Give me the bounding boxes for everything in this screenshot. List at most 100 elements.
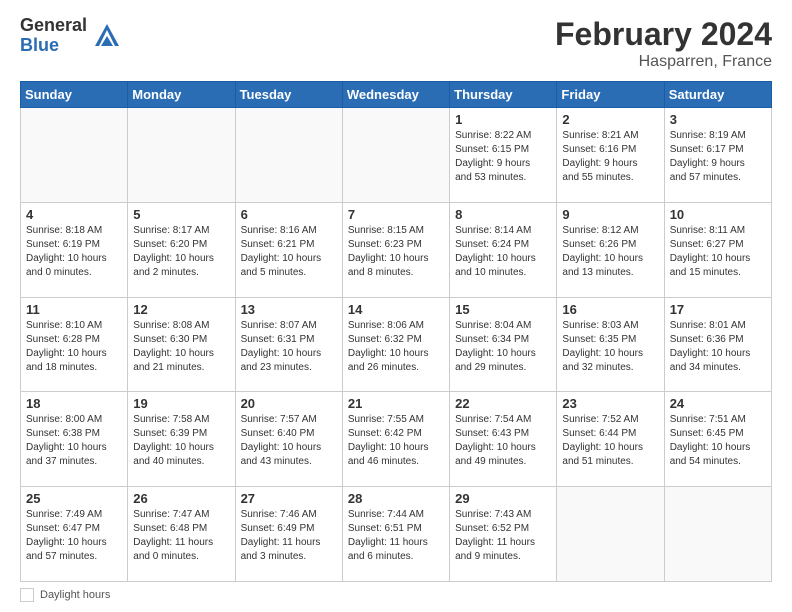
- day-number: 13: [241, 302, 337, 317]
- table-row: 13 Sunrise: 8:07 AM Sunset: 6:31 PM Dayli…: [235, 297, 342, 392]
- day-number: 7: [348, 207, 444, 222]
- day-number: 8: [455, 207, 551, 222]
- day-info: Sunrise: 8:11 AM Sunset: 6:27 PM Dayligh…: [670, 224, 766, 280]
- day-info: Sunrise: 8:17 AM Sunset: 6:20 PM Dayligh…: [133, 224, 229, 280]
- table-row: [128, 108, 235, 203]
- day-info: Sunrise: 8:08 AM Sunset: 6:30 PM Dayligh…: [133, 319, 229, 375]
- day-number: 4: [26, 207, 122, 222]
- table-row: 4Sunrise: 8:18 AM Sunset: 6:19 PM Daylig…: [21, 202, 128, 297]
- table-row: 16Sunrise: 8:03 AM Sunset: 6:35 PM Dayli…: [557, 297, 664, 392]
- logo-text: General Blue: [20, 16, 87, 56]
- table-row: 10 Sunrise: 8:11 AM Sunset: 6:27 PM Dayli…: [664, 202, 771, 297]
- logo: General Blue: [20, 16, 121, 56]
- day-info: Sunrise: 7:43 AM Sunset: 6:52 PM Dayligh…: [455, 508, 551, 564]
- table-row: 3Sunrise: 8:19 AM Sunset: 6:17 PM Daylig…: [664, 108, 771, 203]
- day-info: Sunrise: 7:46 AM Sunset: 6:49 PM Dayligh…: [241, 508, 337, 564]
- logo-general: General: [20, 16, 87, 36]
- day-info: Sunrise: 8:06 AM Sunset: 6:32 PM Dayligh…: [348, 319, 444, 375]
- table-row: 6 Sunrise: 8:16 AM Sunset: 6:21 PM Daylig…: [235, 202, 342, 297]
- day-number: 25: [26, 491, 122, 506]
- calendar-week-row: 25 Sunrise: 7:49 AM Sunset: 6:47 PM Dayli…: [21, 487, 772, 582]
- day-number: 15: [455, 302, 551, 317]
- calendar-week-row: 18Sunrise: 8:00 AM Sunset: 6:38 PM Dayli…: [21, 392, 772, 487]
- table-row: [664, 487, 771, 582]
- day-number: 24: [670, 396, 766, 411]
- footer: Daylight hours: [20, 588, 772, 602]
- col-friday: Friday: [557, 82, 664, 108]
- logo-icon: [93, 22, 121, 50]
- day-info: Sunrise: 8:14 AM Sunset: 6:24 PM Dayligh…: [455, 224, 551, 280]
- col-monday: Monday: [128, 82, 235, 108]
- col-sunday: Sunday: [21, 82, 128, 108]
- table-row: [21, 108, 128, 203]
- table-row: 2Sunrise: 8:21 AM Sunset: 6:16 PM Daylig…: [557, 108, 664, 203]
- day-info: Sunrise: 7:47 AM Sunset: 6:48 PM Dayligh…: [133, 508, 229, 564]
- calendar-header-row: Sunday Monday Tuesday Wednesday Thursday…: [21, 82, 772, 108]
- day-number: 17: [670, 302, 766, 317]
- day-info: Sunrise: 7:49 AM Sunset: 6:47 PM Dayligh…: [26, 508, 122, 564]
- table-row: 24 Sunrise: 7:51 AM Sunset: 6:45 PM Dayli…: [664, 392, 771, 487]
- day-number: 11: [26, 302, 122, 317]
- day-number: 18: [26, 396, 122, 411]
- page: General Blue February 2024 Hasparren, Fr…: [0, 0, 792, 612]
- day-info: Sunrise: 8:16 AM Sunset: 6:21 PM Dayligh…: [241, 224, 337, 280]
- day-number: 1: [455, 112, 551, 127]
- table-row: 27 Sunrise: 7:46 AM Sunset: 6:49 PM Dayli…: [235, 487, 342, 582]
- day-number: 9: [562, 207, 658, 222]
- title-block: February 2024 Hasparren, France: [555, 16, 772, 71]
- col-wednesday: Wednesday: [342, 82, 449, 108]
- day-info: Sunrise: 8:10 AM Sunset: 6:28 PM Dayligh…: [26, 319, 122, 375]
- table-row: 21 Sunrise: 7:55 AM Sunset: 6:42 PM Dayli…: [342, 392, 449, 487]
- day-info: Sunrise: 7:58 AM Sunset: 6:39 PM Dayligh…: [133, 413, 229, 469]
- table-row: 22Sunrise: 7:54 AM Sunset: 6:43 PM Dayli…: [450, 392, 557, 487]
- table-row: 8 Sunrise: 8:14 AM Sunset: 6:24 PM Daylig…: [450, 202, 557, 297]
- table-row: 5Sunrise: 8:17 AM Sunset: 6:20 PM Daylig…: [128, 202, 235, 297]
- day-number: 12: [133, 302, 229, 317]
- col-thursday: Thursday: [450, 82, 557, 108]
- day-info: Sunrise: 8:03 AM Sunset: 6:35 PM Dayligh…: [562, 319, 658, 375]
- day-number: 2: [562, 112, 658, 127]
- col-saturday: Saturday: [664, 82, 771, 108]
- day-info: Sunrise: 7:54 AM Sunset: 6:43 PM Dayligh…: [455, 413, 551, 469]
- table-row: 19Sunrise: 7:58 AM Sunset: 6:39 PM Dayli…: [128, 392, 235, 487]
- day-info: Sunrise: 8:04 AM Sunset: 6:34 PM Dayligh…: [455, 319, 551, 375]
- day-number: 6: [241, 207, 337, 222]
- calendar-week-row: 4Sunrise: 8:18 AM Sunset: 6:19 PM Daylig…: [21, 202, 772, 297]
- day-info: Sunrise: 7:57 AM Sunset: 6:40 PM Dayligh…: [241, 413, 337, 469]
- day-number: 10: [670, 207, 766, 222]
- day-number: 21: [348, 396, 444, 411]
- table-row: 28Sunrise: 7:44 AM Sunset: 6:51 PM Dayli…: [342, 487, 449, 582]
- day-number: 20: [241, 396, 337, 411]
- main-title: February 2024: [555, 16, 772, 53]
- day-number: 29: [455, 491, 551, 506]
- table-row: 9 Sunrise: 8:12 AM Sunset: 6:26 PM Daylig…: [557, 202, 664, 297]
- table-row: 20 Sunrise: 7:57 AM Sunset: 6:40 PM Dayli…: [235, 392, 342, 487]
- calendar-week-row: 1 Sunrise: 8:22 AM Sunset: 6:15 PM Daylig…: [21, 108, 772, 203]
- table-row: 18Sunrise: 8:00 AM Sunset: 6:38 PM Dayli…: [21, 392, 128, 487]
- day-info: Sunrise: 7:44 AM Sunset: 6:51 PM Dayligh…: [348, 508, 444, 564]
- day-info: Sunrise: 8:12 AM Sunset: 6:26 PM Dayligh…: [562, 224, 658, 280]
- table-row: [342, 108, 449, 203]
- day-info: Sunrise: 7:51 AM Sunset: 6:45 PM Dayligh…: [670, 413, 766, 469]
- subtitle: Hasparren, France: [555, 53, 772, 71]
- day-info: Sunrise: 8:07 AM Sunset: 6:31 PM Dayligh…: [241, 319, 337, 375]
- table-row: 14 Sunrise: 8:06 AM Sunset: 6:32 PM Dayli…: [342, 297, 449, 392]
- day-info: Sunrise: 8:15 AM Sunset: 6:23 PM Dayligh…: [348, 224, 444, 280]
- header: General Blue February 2024 Hasparren, Fr…: [20, 16, 772, 71]
- calendar-week-row: 11 Sunrise: 8:10 AM Sunset: 6:28 PM Dayli…: [21, 297, 772, 392]
- table-row: [235, 108, 342, 203]
- footer-box: [20, 588, 34, 602]
- table-row: 1 Sunrise: 8:22 AM Sunset: 6:15 PM Daylig…: [450, 108, 557, 203]
- table-row: [557, 487, 664, 582]
- day-info: Sunrise: 7:55 AM Sunset: 6:42 PM Dayligh…: [348, 413, 444, 469]
- col-tuesday: Tuesday: [235, 82, 342, 108]
- day-number: 27: [241, 491, 337, 506]
- day-number: 14: [348, 302, 444, 317]
- day-info: Sunrise: 7:52 AM Sunset: 6:44 PM Dayligh…: [562, 413, 658, 469]
- table-row: 12 Sunrise: 8:08 AM Sunset: 6:30 PM Dayli…: [128, 297, 235, 392]
- day-info: Sunrise: 8:22 AM Sunset: 6:15 PM Dayligh…: [455, 129, 551, 185]
- footer-label: Daylight hours: [40, 589, 110, 601]
- table-row: 7 Sunrise: 8:15 AM Sunset: 6:23 PM Daylig…: [342, 202, 449, 297]
- table-row: 15 Sunrise: 8:04 AM Sunset: 6:34 PM Dayli…: [450, 297, 557, 392]
- calendar-table: Sunday Monday Tuesday Wednesday Thursday…: [20, 81, 772, 582]
